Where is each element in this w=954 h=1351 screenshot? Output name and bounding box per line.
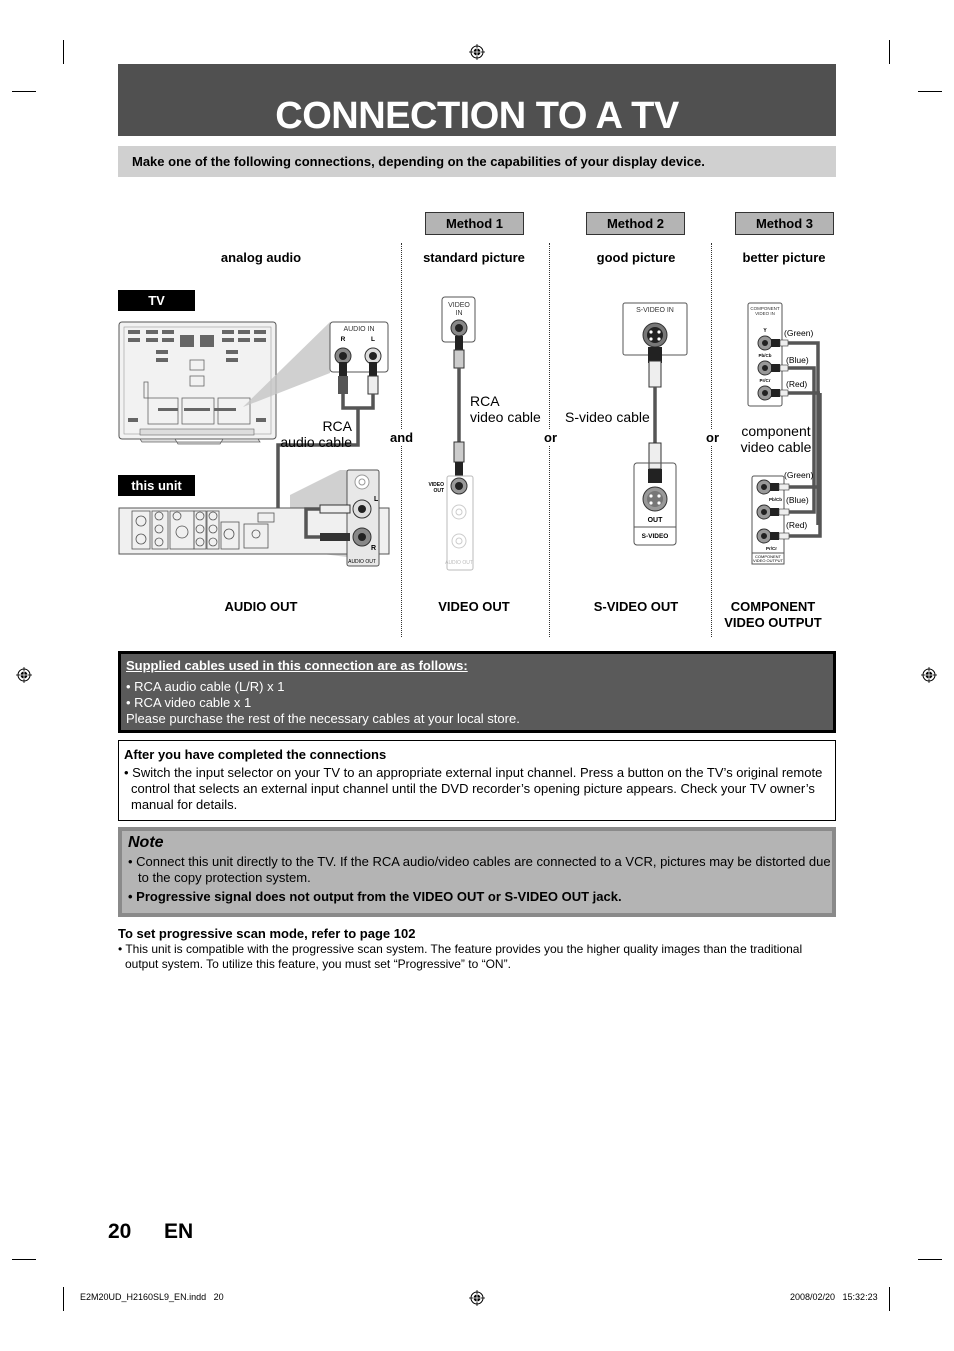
- svg-text:VIDEO IN: VIDEO IN: [755, 311, 775, 316]
- registration-mark-icon: [469, 1290, 485, 1306]
- progressive-scan-section: To set progressive scan mode, refer to p…: [118, 926, 836, 972]
- svg-text:(Red): (Red): [786, 520, 807, 530]
- method-3-quality-heading: better picture: [742, 250, 826, 265]
- svideo-connection-diagram: S-VIDEO IN OUT S-VIDEO: [622, 302, 688, 546]
- note-item-bold: • Progressive signal does not output fro…: [128, 889, 622, 904]
- crop-mark: [63, 1287, 64, 1311]
- svg-text:Pb/Cb: Pb/Cb: [769, 497, 782, 502]
- registration-mark-icon: [921, 667, 937, 683]
- crop-mark: [12, 1259, 36, 1260]
- audio-in-jack-label: AUDIO IN: [343, 326, 374, 333]
- svg-text:S-VIDEO IN: S-VIDEO IN: [636, 307, 674, 314]
- svg-text:L: L: [371, 336, 375, 343]
- supplied-cable-item: • RCA video cable x 1: [126, 695, 252, 710]
- audio-connection-diagram: AUDIO IN R L L R AUDIO OUT: [118, 321, 390, 567]
- after-connections-text: • Switch the input selector on your TV t…: [124, 765, 823, 812]
- svg-text:(Green): (Green): [784, 328, 813, 338]
- supplied-cables-heading: Supplied cables used in this connection …: [126, 658, 468, 673]
- svg-text:OUT: OUT: [433, 488, 444, 494]
- progressive-scan-heading: To set progressive scan mode, refer to p…: [118, 926, 416, 941]
- svg-text:(Blue): (Blue): [786, 495, 809, 505]
- svg-text:IN: IN: [456, 310, 463, 317]
- audio-quality-heading: analog audio: [220, 250, 302, 265]
- intro-text: Make one of the following connections, d…: [118, 146, 836, 177]
- rca-audio-cable-label: RCA audio cable: [280, 418, 352, 450]
- page-language: EN: [164, 1220, 194, 1243]
- crop-mark: [918, 91, 942, 92]
- progressive-scan-text: • This unit is compatible with the progr…: [118, 942, 803, 971]
- svg-text:(Green): (Green): [784, 470, 813, 480]
- svideo-cable-label: S-video cable: [565, 409, 650, 425]
- svg-text:R: R: [341, 336, 346, 343]
- video-connection-diagram: VIDEO IN VIDEO OUT AUDIO OUT: [428, 296, 476, 571]
- page-number: 20: [108, 1220, 132, 1243]
- after-connections-heading: After you have completed the connections: [124, 747, 387, 762]
- svg-text:OUT: OUT: [648, 517, 664, 524]
- supplied-cable-item: • RCA audio cable (L/R) x 1: [126, 679, 285, 694]
- svg-text:(Red): (Red): [786, 379, 807, 389]
- supplied-cables-footer: Please purchase the rest of the necessar…: [126, 711, 520, 726]
- after-connections-box: After you have completed the connections…: [118, 740, 836, 821]
- svg-text:L: L: [374, 496, 379, 503]
- svideo-out-label: S-VIDEO OUT: [593, 599, 679, 614]
- svg-text:VIDEO OUTPUT: VIDEO OUTPUT: [753, 558, 784, 563]
- svg-text:VIDEO: VIDEO: [448, 302, 470, 309]
- method-2-quality-heading: good picture: [596, 250, 676, 265]
- svg-text:R: R: [371, 545, 376, 552]
- svg-text:Pr/Cr: Pr/Cr: [759, 378, 770, 383]
- crop-mark: [889, 1287, 890, 1311]
- method-2-badge: Method 2: [586, 212, 685, 235]
- registration-mark-icon: [469, 44, 485, 60]
- tv-rear-illustration: [118, 321, 277, 445]
- registration-mark-icon: [16, 667, 32, 683]
- crop-mark: [918, 1259, 942, 1260]
- video-out-label: VIDEO OUT: [438, 599, 510, 614]
- tv-label: TV: [118, 290, 195, 311]
- method-3-badge: Method 3: [735, 212, 834, 235]
- title-banner: CONNECTION TO A TV: [118, 64, 836, 137]
- note-heading: Note: [128, 834, 164, 851]
- conjunction-or: or: [543, 430, 558, 445]
- supplied-cables-box: Supplied cables used in this connection …: [118, 651, 836, 733]
- note-item: • Connect this unit directly to the TV. …: [128, 854, 831, 885]
- crop-mark: [63, 40, 64, 64]
- svg-text:AUDIO OUT: AUDIO OUT: [445, 560, 473, 566]
- footer-datetime: 2008/02/20 15:32:23: [790, 1292, 878, 1302]
- footer-filename: E2M20UD_H2160SL9_EN.indd 20: [80, 1292, 224, 1302]
- crop-mark: [12, 91, 36, 92]
- svg-text:Pb/Cb: Pb/Cb: [759, 353, 772, 358]
- page-title: CONNECTION TO A TV: [275, 95, 679, 137]
- note-box: Note • Connect this unit directly to the…: [118, 827, 836, 917]
- component-video-cable-label: component video cable: [740, 423, 812, 455]
- component-video-output-label: COMPONENT VIDEO OUTPUT: [724, 599, 822, 630]
- method-1-badge: Method 1: [425, 212, 524, 235]
- audio-out-jack-label: AUDIO OUT: [348, 559, 376, 565]
- svg-text:Pr/Cr: Pr/Cr: [766, 546, 777, 551]
- audio-out-label: AUDIO OUT: [224, 599, 298, 614]
- method-1-quality-heading: standard picture: [423, 250, 525, 265]
- crop-mark: [889, 40, 890, 64]
- rca-video-cable-label: RCA video cable: [470, 393, 541, 425]
- svg-text:(Blue): (Blue): [786, 355, 809, 365]
- conjunction-or: or: [705, 430, 720, 445]
- svg-text:S-VIDEO: S-VIDEO: [642, 533, 669, 540]
